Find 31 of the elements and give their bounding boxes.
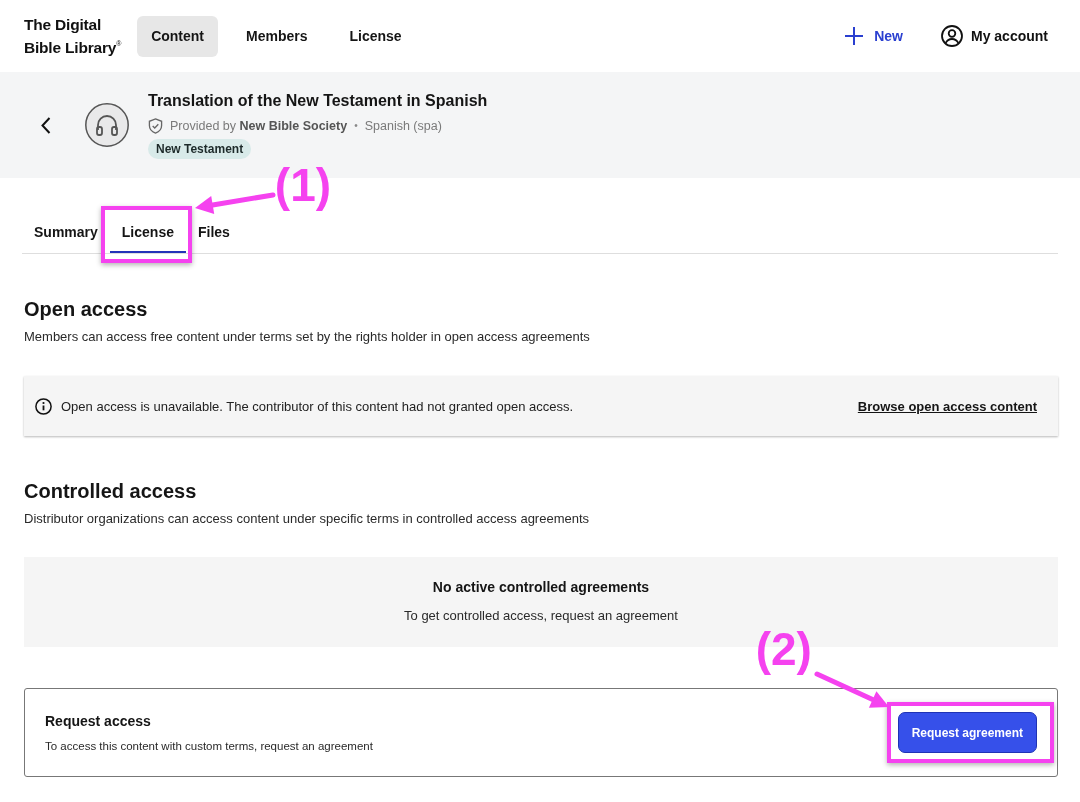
notice-text: Open access is unavailable. The contributor of this content had not granted open access. (61, 398, 574, 414)
request-agreement-button[interactable]: Request agreement (897, 712, 1037, 753)
nav-item[interactable]: License (335, 15, 416, 57)
empty-state-title: No active controlled agreements (432, 578, 650, 596)
back-chevron-icon[interactable] (41, 116, 51, 134)
nav-item[interactable]: Members (232, 15, 322, 57)
plus-icon (845, 27, 864, 45)
card-title: Request access (45, 712, 151, 730)
provider-text: Provided by New Bible Society (170, 118, 348, 134)
collection-tag: New Testament (148, 139, 252, 159)
user-circle-icon (941, 25, 963, 47)
section-description: Distributor organizations can access content under specific terms in controlled access agreements (24, 511, 591, 527)
separator-dot: • (354, 119, 358, 133)
content-title: Translation of the New Testament in Spanish (148, 91, 488, 111)
language-text: Spanish (spa) (364, 118, 442, 134)
account-button[interactable]: My account (941, 25, 1048, 47)
tab[interactable]: License (109, 212, 186, 253)
logo[interactable]: The Digital Bible Library$^{®}$ (24, 15, 122, 57)
section-heading: Controlled access (24, 479, 198, 503)
info-icon (35, 397, 52, 415)
new-button[interactable]: New (845, 27, 903, 45)
tab[interactable]: Files (185, 212, 242, 253)
empty-state-text: To get controlled access, request an agreement (404, 607, 678, 625)
nav-item[interactable]: Content (137, 15, 218, 57)
section-heading: Open access (24, 297, 149, 321)
section-description: Members can access free content under terms set by the rights holder in open access agreements (24, 329, 591, 345)
browse-link[interactable]: Browse open access content (857, 398, 1037, 414)
shield-check-icon (148, 118, 163, 134)
headphones-icon (85, 103, 129, 147)
tab[interactable]: Summary (22, 212, 110, 253)
card-description: To access this content with custom terms, request an agreement (45, 739, 373, 753)
